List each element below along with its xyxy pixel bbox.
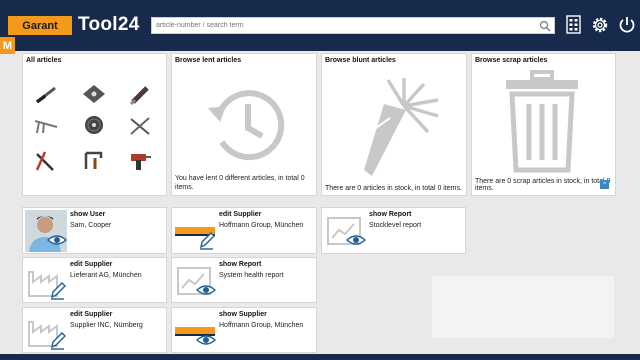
card-edit-supplier-hoffmann[interactable]: edit Supplier Hoffmann Group, München <box>171 207 317 254</box>
wrench-screwdriver-icon <box>130 117 150 135</box>
tile-footer: There are 0 scrap articles in stock, in … <box>475 178 611 192</box>
tile-lent-articles[interactable]: Browse lent articles You have lent 0 dif… <box>171 53 317 196</box>
bottom-bar <box>0 354 640 360</box>
pliers-icon <box>35 151 54 171</box>
card-subtitle: Stocklevel report <box>369 222 422 229</box>
grinding-disc-icon <box>85 116 103 134</box>
side-menu-label: M <box>2 39 13 52</box>
side-menu-badge[interactable]: M <box>0 37 15 54</box>
search-input[interactable] <box>152 18 540 33</box>
gear-icon[interactable] <box>590 15 610 35</box>
card-show-supplier-hoffmann[interactable]: show Supplier Hoffmann Group, München <box>171 307 317 353</box>
card-subtitle: System health report <box>219 272 284 279</box>
card-title: show Report <box>219 261 262 268</box>
edit-pencil-icon <box>200 232 215 250</box>
card-title: edit Supplier <box>219 211 262 218</box>
card-edit-supplier-inc[interactable]: edit Supplier Supplier INC, Nürnberg <box>22 307 167 353</box>
card-title: show Report <box>369 211 412 218</box>
history-clock-icon <box>208 90 285 161</box>
empty-panel <box>432 276 614 338</box>
card-subtitle: Hoffmann Group, München <box>219 222 304 229</box>
calculator-icon[interactable] <box>565 15 583 35</box>
tile-title: Browse scrap articles <box>475 57 548 64</box>
tile-footer: There are 0 articles in stock, in total … <box>325 185 462 192</box>
card-show-user[interactable]: show User Sam, Cooper <box>22 207 167 254</box>
card-title: edit Supplier <box>70 261 113 268</box>
card-title: show User <box>70 211 106 218</box>
tile-title: All articles <box>26 57 62 64</box>
app-name: Tool24 <box>78 14 140 35</box>
card-subtitle: Sam, Cooper <box>70 222 112 229</box>
power-drill-icon <box>131 154 151 170</box>
insert-icon <box>83 85 105 103</box>
eye-icon <box>47 235 67 245</box>
search-box[interactable] <box>151 17 555 34</box>
card-edit-supplier-lieferant[interactable]: edit Supplier Lieferant AG, München <box>22 257 167 303</box>
scroll-up-button[interactable]: ⌃ <box>600 180 609 189</box>
blunt-tool-icon <box>364 78 439 176</box>
tile-title: Browse blunt articles <box>325 57 396 64</box>
trash-can-icon <box>506 70 578 173</box>
card-subtitle: Hoffmann Group, München <box>219 322 304 329</box>
tile-title: Browse lent articles <box>175 57 242 64</box>
edit-pencil-icon <box>51 332 66 350</box>
tile-scrap-articles[interactable]: Browse scrap articles There are 0 scrap … <box>471 53 616 196</box>
caliper-icon <box>34 120 58 134</box>
card-title: edit Supplier <box>70 311 113 318</box>
tap-icon <box>129 86 149 106</box>
clamp-icon <box>84 151 103 169</box>
tile-footer: You have lent 0 different articles, in t… <box>175 175 305 191</box>
power-icon[interactable] <box>617 15 637 35</box>
search-icon[interactable] <box>539 20 551 32</box>
garant-logo[interactable]: Garant <box>8 16 72 35</box>
eye-icon <box>346 235 366 245</box>
drill-bit-icon <box>35 86 56 104</box>
card-title: show Supplier <box>219 311 267 318</box>
card-show-report-stocklevel[interactable]: show Report Stocklevel report <box>321 207 466 254</box>
eye-icon <box>196 335 216 345</box>
card-subtitle: Lieferant AG, München <box>70 272 142 279</box>
edit-pencil-icon <box>51 282 66 300</box>
tile-blunt-articles[interactable]: Browse blunt articles There are 0 articl… <box>321 53 467 196</box>
card-show-report-system-health[interactable]: show Report System health report <box>171 257 317 303</box>
eye-icon <box>196 285 216 295</box>
tile-all-articles[interactable]: All articles <box>22 53 167 196</box>
card-subtitle: Supplier INC, Nürnberg <box>70 322 143 329</box>
logo-text: Garant <box>22 19 58 32</box>
